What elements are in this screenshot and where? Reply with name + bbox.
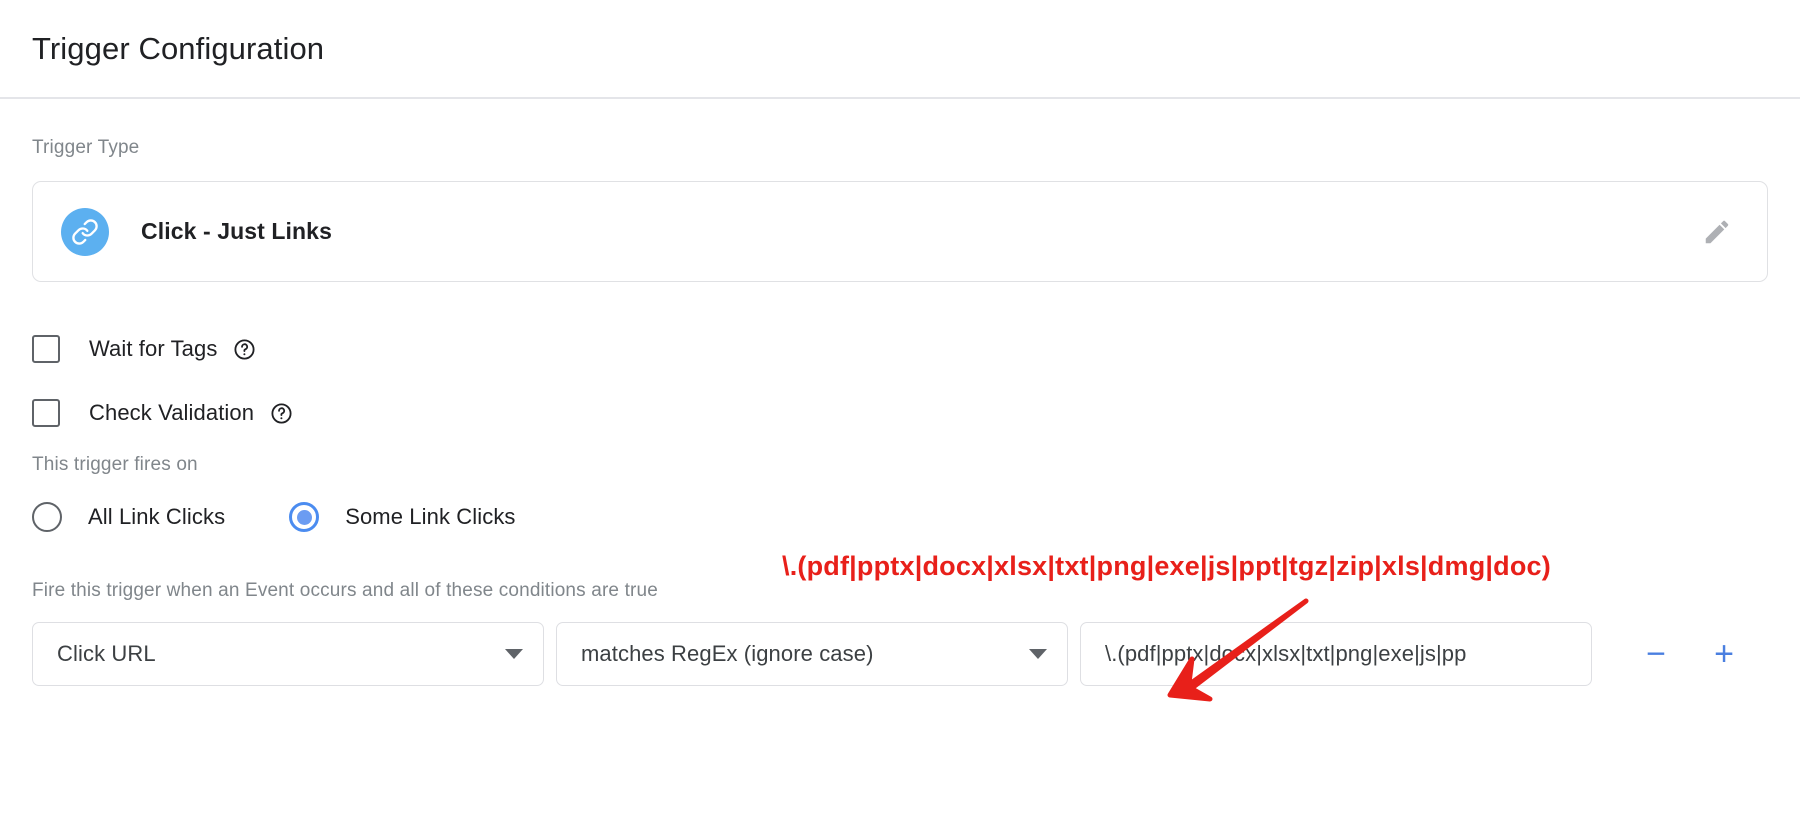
trigger-type-name: Click - Just Links [141,218,332,244]
checkbox-label-wait-for-tags: Wait for Tags [89,336,218,361]
pencil-icon[interactable] [1697,212,1737,252]
radio-circle-icon [32,502,62,532]
condition-value-input[interactable] [1080,622,1592,686]
checkbox-check-validation[interactable] [32,399,60,427]
link-icon [61,207,109,256]
radio-all-link-clicks[interactable]: All Link Clicks [32,502,225,532]
checkbox-row-check-validation[interactable]: Check Validation [32,390,1768,436]
help-circle-icon[interactable] [270,402,293,425]
checkbox-group: Wait for Tags Check Validation [32,326,1768,436]
trigger-type-card[interactable]: Click - Just Links [32,181,1768,282]
add-condition-button[interactable]: + [1704,634,1744,674]
page-title: Trigger Configuration [32,30,325,66]
radio-label-some-link-clicks: Some Link Clicks [345,504,516,529]
radio-group: All Link Clicks Some Link Clicks [32,502,1768,532]
checkbox-label-check-validation: Check Validation [89,400,255,425]
checkbox-row-wait-for-tags[interactable]: Wait for Tags [32,326,1768,372]
chevron-down-icon [505,649,523,659]
condition-variable-value: Click URL [57,641,156,666]
condition-variable-select[interactable]: Click URL [32,622,544,686]
trigger-type-label: Trigger Type [32,137,140,158]
panel-body: Trigger Type Click - Just Links Wait for… [0,137,1800,686]
conditions-hint: Fire this trigger when an Event occurs a… [32,580,658,601]
condition-row: Click URL matches RegEx (ignore case) − … [32,622,1768,686]
radio-label-all-link-clicks: All Link Clicks [88,504,226,529]
help-circle-icon[interactable] [233,338,256,361]
condition-operator-select[interactable]: matches RegEx (ignore case) [556,622,1068,686]
fires-on-label: This trigger fires on [32,454,198,475]
radio-some-link-clicks[interactable]: Some Link Clicks [289,502,515,532]
chevron-down-icon [1029,649,1047,659]
remove-condition-button[interactable]: − [1636,634,1676,674]
radio-circle-selected-icon [289,502,320,532]
panel-header: Trigger Configuration [0,0,1800,99]
condition-operator-value: matches RegEx (ignore case) [581,641,874,666]
checkbox-wait-for-tags[interactable] [32,335,60,363]
